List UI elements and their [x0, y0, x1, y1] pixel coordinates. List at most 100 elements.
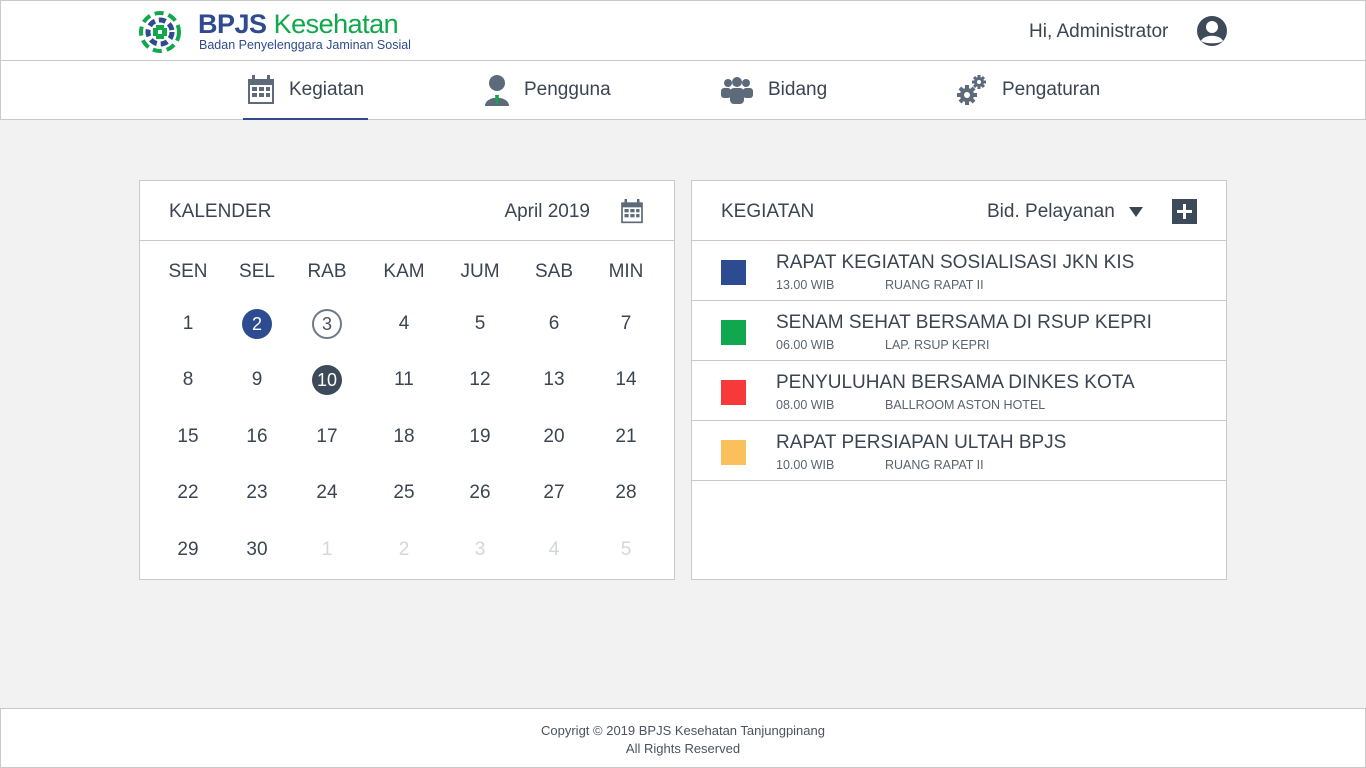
calendar-title: KALENDER — [169, 201, 272, 222]
gears-icon — [957, 75, 986, 105]
calendar-day[interactable]: 18 — [384, 417, 424, 457]
weekday-label: SAB — [534, 261, 574, 282]
calendar-day-marker: 3 — [312, 309, 342, 339]
top-header: BPJS Kesehatan Badan Penyelenggara Jamin… — [0, 0, 1366, 61]
calendar-day[interactable]: 19 — [460, 417, 500, 457]
bidang-filter-dropdown[interactable]: Bid. Pelayanan — [987, 201, 1115, 223]
calendar-day[interactable]: 5 — [460, 304, 500, 344]
activity-item[interactable]: RAPAT PERSIAPAN ULTAH BPJS 10.00 WIB RUA… — [692, 421, 1226, 481]
brand-tagline: Badan Penyelenggara Jaminan Sosial — [199, 38, 411, 52]
footer-rights: All Rights Reserved — [625, 741, 741, 756]
weekday-label: SEL — [239, 261, 275, 282]
activity-time: 13.00 WIB — [776, 278, 835, 292]
calendar-day[interactable]: 16 — [237, 417, 277, 457]
calendar-day[interactable]: 25 — [384, 473, 424, 513]
calendar-day[interactable]: 28 — [606, 473, 646, 513]
calendar-day[interactable]: 21 — [606, 417, 646, 457]
activity-title: SENAM SEHAT BERSAMA DI RSUP KEPRI — [776, 312, 1152, 333]
activity-color-swatch — [721, 440, 746, 465]
calendar-day[interactable]: 2 — [237, 304, 277, 344]
activity-place: RUANG RAPAT II — [885, 458, 984, 472]
calendar-day[interactable]: 23 — [237, 473, 277, 513]
weekday-label: SEN — [168, 261, 208, 282]
calendar-panel: KALENDER April 2019 SEN SEL RAB KAM JUM … — [139, 180, 675, 580]
user-greeting: Hi, Administrator — [1029, 21, 1169, 42]
brand-secondary: Kesehatan — [273, 9, 399, 39]
calendar-day[interactable]: 10 — [307, 360, 347, 400]
nav-tab-pengaturan[interactable]: Pengaturan — [956, 61, 1100, 119]
calendar-day[interactable]: 14 — [606, 360, 646, 400]
page-footer: Copyrigt © 2019 BPJS Kesehatan Tanjungpi… — [0, 708, 1366, 768]
brand-name: BPJS Kesehatan — [198, 9, 399, 39]
activity-title: RAPAT PERSIAPAN ULTAH BPJS — [776, 432, 1067, 453]
calendar-day-marker: 10 — [312, 365, 342, 395]
nav-label-kegiatan: Kegiatan — [289, 79, 365, 100]
activity-title: RAPAT KEGIATAN SOSIALISASI JKN KIS — [776, 252, 1135, 273]
main-nav: Kegiatan Pengguna Bidang Pengaturan — [0, 60, 1366, 120]
nav-label-bidang: Bidang — [768, 79, 828, 100]
activity-time: 10.00 WIB — [776, 458, 835, 472]
activity-item[interactable]: PENYULUHAN BERSAMA DINKES KOTA 08.00 WIB… — [692, 361, 1226, 421]
activity-time: 06.00 WIB — [776, 338, 835, 352]
calendar-day[interactable]: 7 — [606, 304, 646, 344]
calendar-picker-icon[interactable] — [620, 199, 644, 224]
activities-panel: KEGIATAN Bid. Pelayanan RAPAT KEGIATAN S… — [691, 180, 1227, 580]
activity-title: PENYULUHAN BERSAMA DINKES KOTA — [776, 372, 1135, 393]
calendar-day[interactable]: 3 — [307, 304, 347, 344]
nav-label-pengguna: Pengguna — [524, 79, 611, 100]
calendar-month[interactable]: April 2019 — [504, 201, 590, 223]
calendar-day[interactable]: 4 — [384, 304, 424, 344]
calendar-day-outside-month[interactable]: 4 — [534, 530, 574, 570]
calendar-day[interactable]: 8 — [168, 360, 208, 400]
calendar-day[interactable]: 15 — [168, 417, 208, 457]
activity-place: LAP. RSUP KEPRI — [885, 338, 990, 352]
nav-tab-kegiatan[interactable]: Kegiatan — [242, 61, 369, 120]
activity-color-swatch — [721, 260, 746, 285]
calendar-day[interactable]: 12 — [460, 360, 500, 400]
calendar-day-outside-month[interactable]: 5 — [606, 530, 646, 570]
group-icon — [721, 77, 753, 104]
weekday-label: RAB — [307, 261, 347, 282]
calendar-day[interactable]: 20 — [534, 417, 574, 457]
calendar-day[interactable]: 26 — [460, 473, 500, 513]
chevron-down-icon[interactable] — [1129, 207, 1143, 217]
avatar-icon[interactable] — [1196, 15, 1228, 47]
calendar-day[interactable]: 24 — [307, 473, 347, 513]
calendar-day-marker: 2 — [242, 309, 272, 339]
weekday-label: KAM — [383, 261, 425, 282]
calendar-day-outside-month[interactable]: 2 — [384, 530, 424, 570]
activity-color-swatch — [721, 320, 746, 345]
logo-emblem-icon — [139, 11, 181, 53]
activity-color-swatch — [721, 380, 746, 405]
footer-copyright: Copyrigt © 2019 BPJS Kesehatan Tanjungpi… — [541, 723, 825, 738]
calendar-day[interactable]: 9 — [237, 360, 277, 400]
activity-place: RUANG RAPAT II — [885, 278, 984, 292]
add-activity-button[interactable] — [1172, 199, 1197, 224]
calendar-day[interactable]: 11 — [384, 360, 424, 400]
activity-item[interactable]: SENAM SEHAT BERSAMA DI RSUP KEPRI 06.00 … — [692, 301, 1226, 361]
calendar-day[interactable]: 29 — [168, 530, 208, 570]
calendar-day[interactable]: 17 — [307, 417, 347, 457]
calendar-day[interactable]: 30 — [237, 530, 277, 570]
calendar-day[interactable]: 1 — [168, 304, 208, 344]
nav-label-pengaturan: Pengaturan — [1002, 79, 1101, 100]
brand-primary: BPJS — [198, 9, 267, 39]
nav-tab-pengguna[interactable]: Pengguna — [484, 61, 611, 119]
nav-tab-bidang[interactable]: Bidang — [720, 61, 827, 119]
calendar-day[interactable]: 27 — [534, 473, 574, 513]
activities-header: KEGIATAN Bid. Pelayanan — [692, 181, 1226, 241]
weekday-label: JUM — [460, 261, 500, 282]
calendar-day-outside-month[interactable]: 1 — [307, 530, 347, 570]
activity-time: 08.00 WIB — [776, 398, 835, 412]
weekday-label: MIN — [608, 261, 644, 282]
brand-logo[interactable]: BPJS Kesehatan Badan Penyelenggara Jamin… — [139, 9, 411, 53]
activities-title: KEGIATAN — [721, 201, 815, 222]
user-icon — [485, 75, 509, 106]
calendar-day-outside-month[interactable]: 3 — [460, 530, 500, 570]
calendar-day[interactable]: 6 — [534, 304, 574, 344]
activity-item[interactable]: RAPAT KEGIATAN SOSIALISASI JKN KIS 13.00… — [692, 241, 1226, 301]
calendar-day[interactable]: 13 — [534, 360, 574, 400]
calendar-day[interactable]: 22 — [168, 473, 208, 513]
calendar-header: KALENDER April 2019 — [140, 181, 674, 241]
activity-place: BALLROOM ASTON HOTEL — [885, 398, 1046, 412]
